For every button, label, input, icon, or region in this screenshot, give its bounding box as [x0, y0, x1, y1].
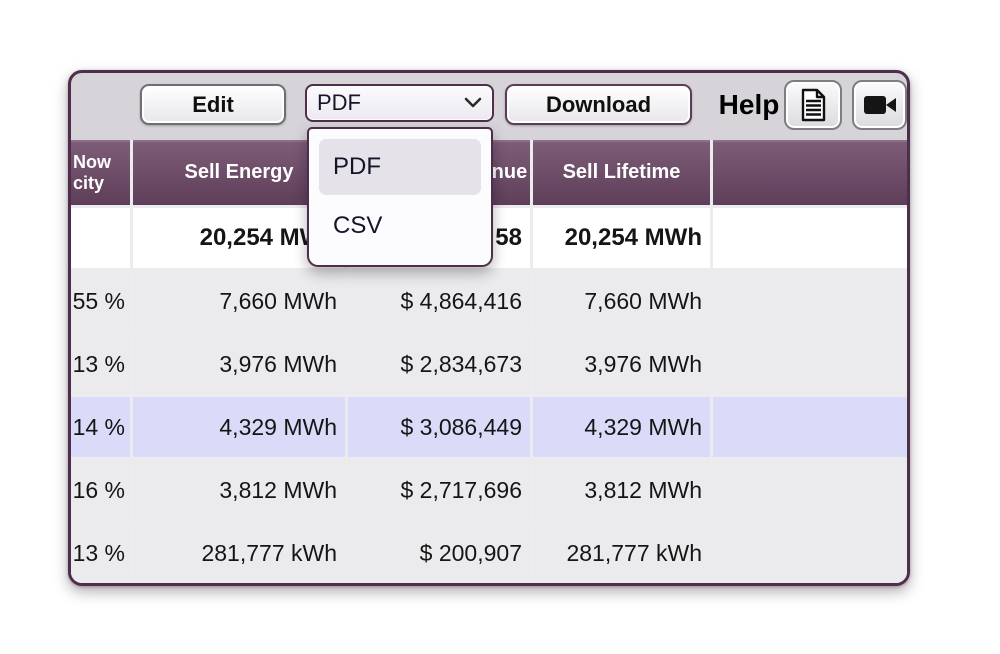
help-document-button[interactable] [784, 80, 842, 130]
cell-extra [713, 271, 907, 331]
cell-extra [713, 334, 907, 394]
cell-energy: 3,976 MWh [133, 334, 345, 394]
cell-revenue: $ 2,834,673 [348, 334, 530, 394]
header-sell-lifetime: Sell Lifetime [533, 140, 710, 205]
chevron-down-icon [464, 97, 482, 109]
cell-extra [713, 397, 907, 457]
cell-energy: 3,812 MWh [133, 460, 345, 520]
cell-lifetime: 4,329 MWh [533, 397, 710, 457]
format-select[interactable]: PDF [305, 84, 494, 122]
cell-extra [713, 523, 907, 583]
cell-capacity: 13 % [71, 334, 130, 394]
document-icon [799, 88, 827, 122]
cell-lifetime: 281,777 kWh [533, 523, 710, 583]
cell-capacity: 16 % [71, 460, 130, 520]
cell-revenue: $ 4,864,416 [348, 271, 530, 331]
cell-extra [713, 460, 907, 520]
screen: Edit PDF Download Help [0, 0, 1000, 654]
cell-revenue: $ 200,907 [348, 523, 530, 583]
report-panel: Edit PDF Download Help [68, 70, 910, 586]
cell-revenue: $ 3,086,449 [348, 397, 530, 457]
cell-energy: 7,660 MWh [133, 271, 345, 331]
video-camera-icon [863, 94, 897, 116]
download-button-label: Download [546, 92, 651, 118]
format-dropdown-menu: PDF CSV [307, 127, 493, 267]
cell-energy: 281,777 kWh [133, 523, 345, 583]
header-extra [713, 140, 907, 205]
table-row[interactable]: 13 % 281,777 kWh $ 200,907 281,777 kWh [71, 523, 907, 583]
help-video-button[interactable] [852, 80, 907, 130]
cell-extra [713, 208, 907, 268]
cell-capacity: 55 % [71, 271, 130, 331]
cell-lifetime: 20,254 MWh [533, 208, 710, 268]
cell-energy: 4,329 MWh [133, 397, 345, 457]
menu-item-pdf[interactable]: PDF [319, 139, 481, 195]
cell-lifetime: 7,660 MWh [533, 271, 710, 331]
cell-revenue: $ 2,717,696 [348, 460, 530, 520]
table-row[interactable]: 13 % 3,976 MWh $ 2,834,673 3,976 MWh [71, 334, 907, 394]
table-row-selected[interactable]: 14 % 4,329 MWh $ 3,086,449 4,329 MWh [71, 397, 907, 457]
table-row[interactable]: 55 % 7,660 MWh $ 4,864,416 7,660 MWh [71, 271, 907, 331]
header-now-capacity: Now city [71, 140, 130, 205]
table-row[interactable]: 16 % 3,812 MWh $ 2,717,696 3,812 MWh [71, 460, 907, 520]
cell-lifetime: 3,976 MWh [533, 334, 710, 394]
cell-capacity: 13 % [71, 523, 130, 583]
help-label: Help [712, 83, 786, 127]
cell-lifetime: 3,812 MWh [533, 460, 710, 520]
cell-capacity: 14 % [71, 397, 130, 457]
format-select-value: PDF [317, 90, 464, 116]
download-button[interactable]: Download [505, 84, 692, 125]
cell-capacity [71, 208, 130, 268]
menu-item-csv[interactable]: CSV [319, 205, 481, 247]
edit-button-label: Edit [192, 92, 234, 118]
edit-button[interactable]: Edit [140, 84, 286, 125]
